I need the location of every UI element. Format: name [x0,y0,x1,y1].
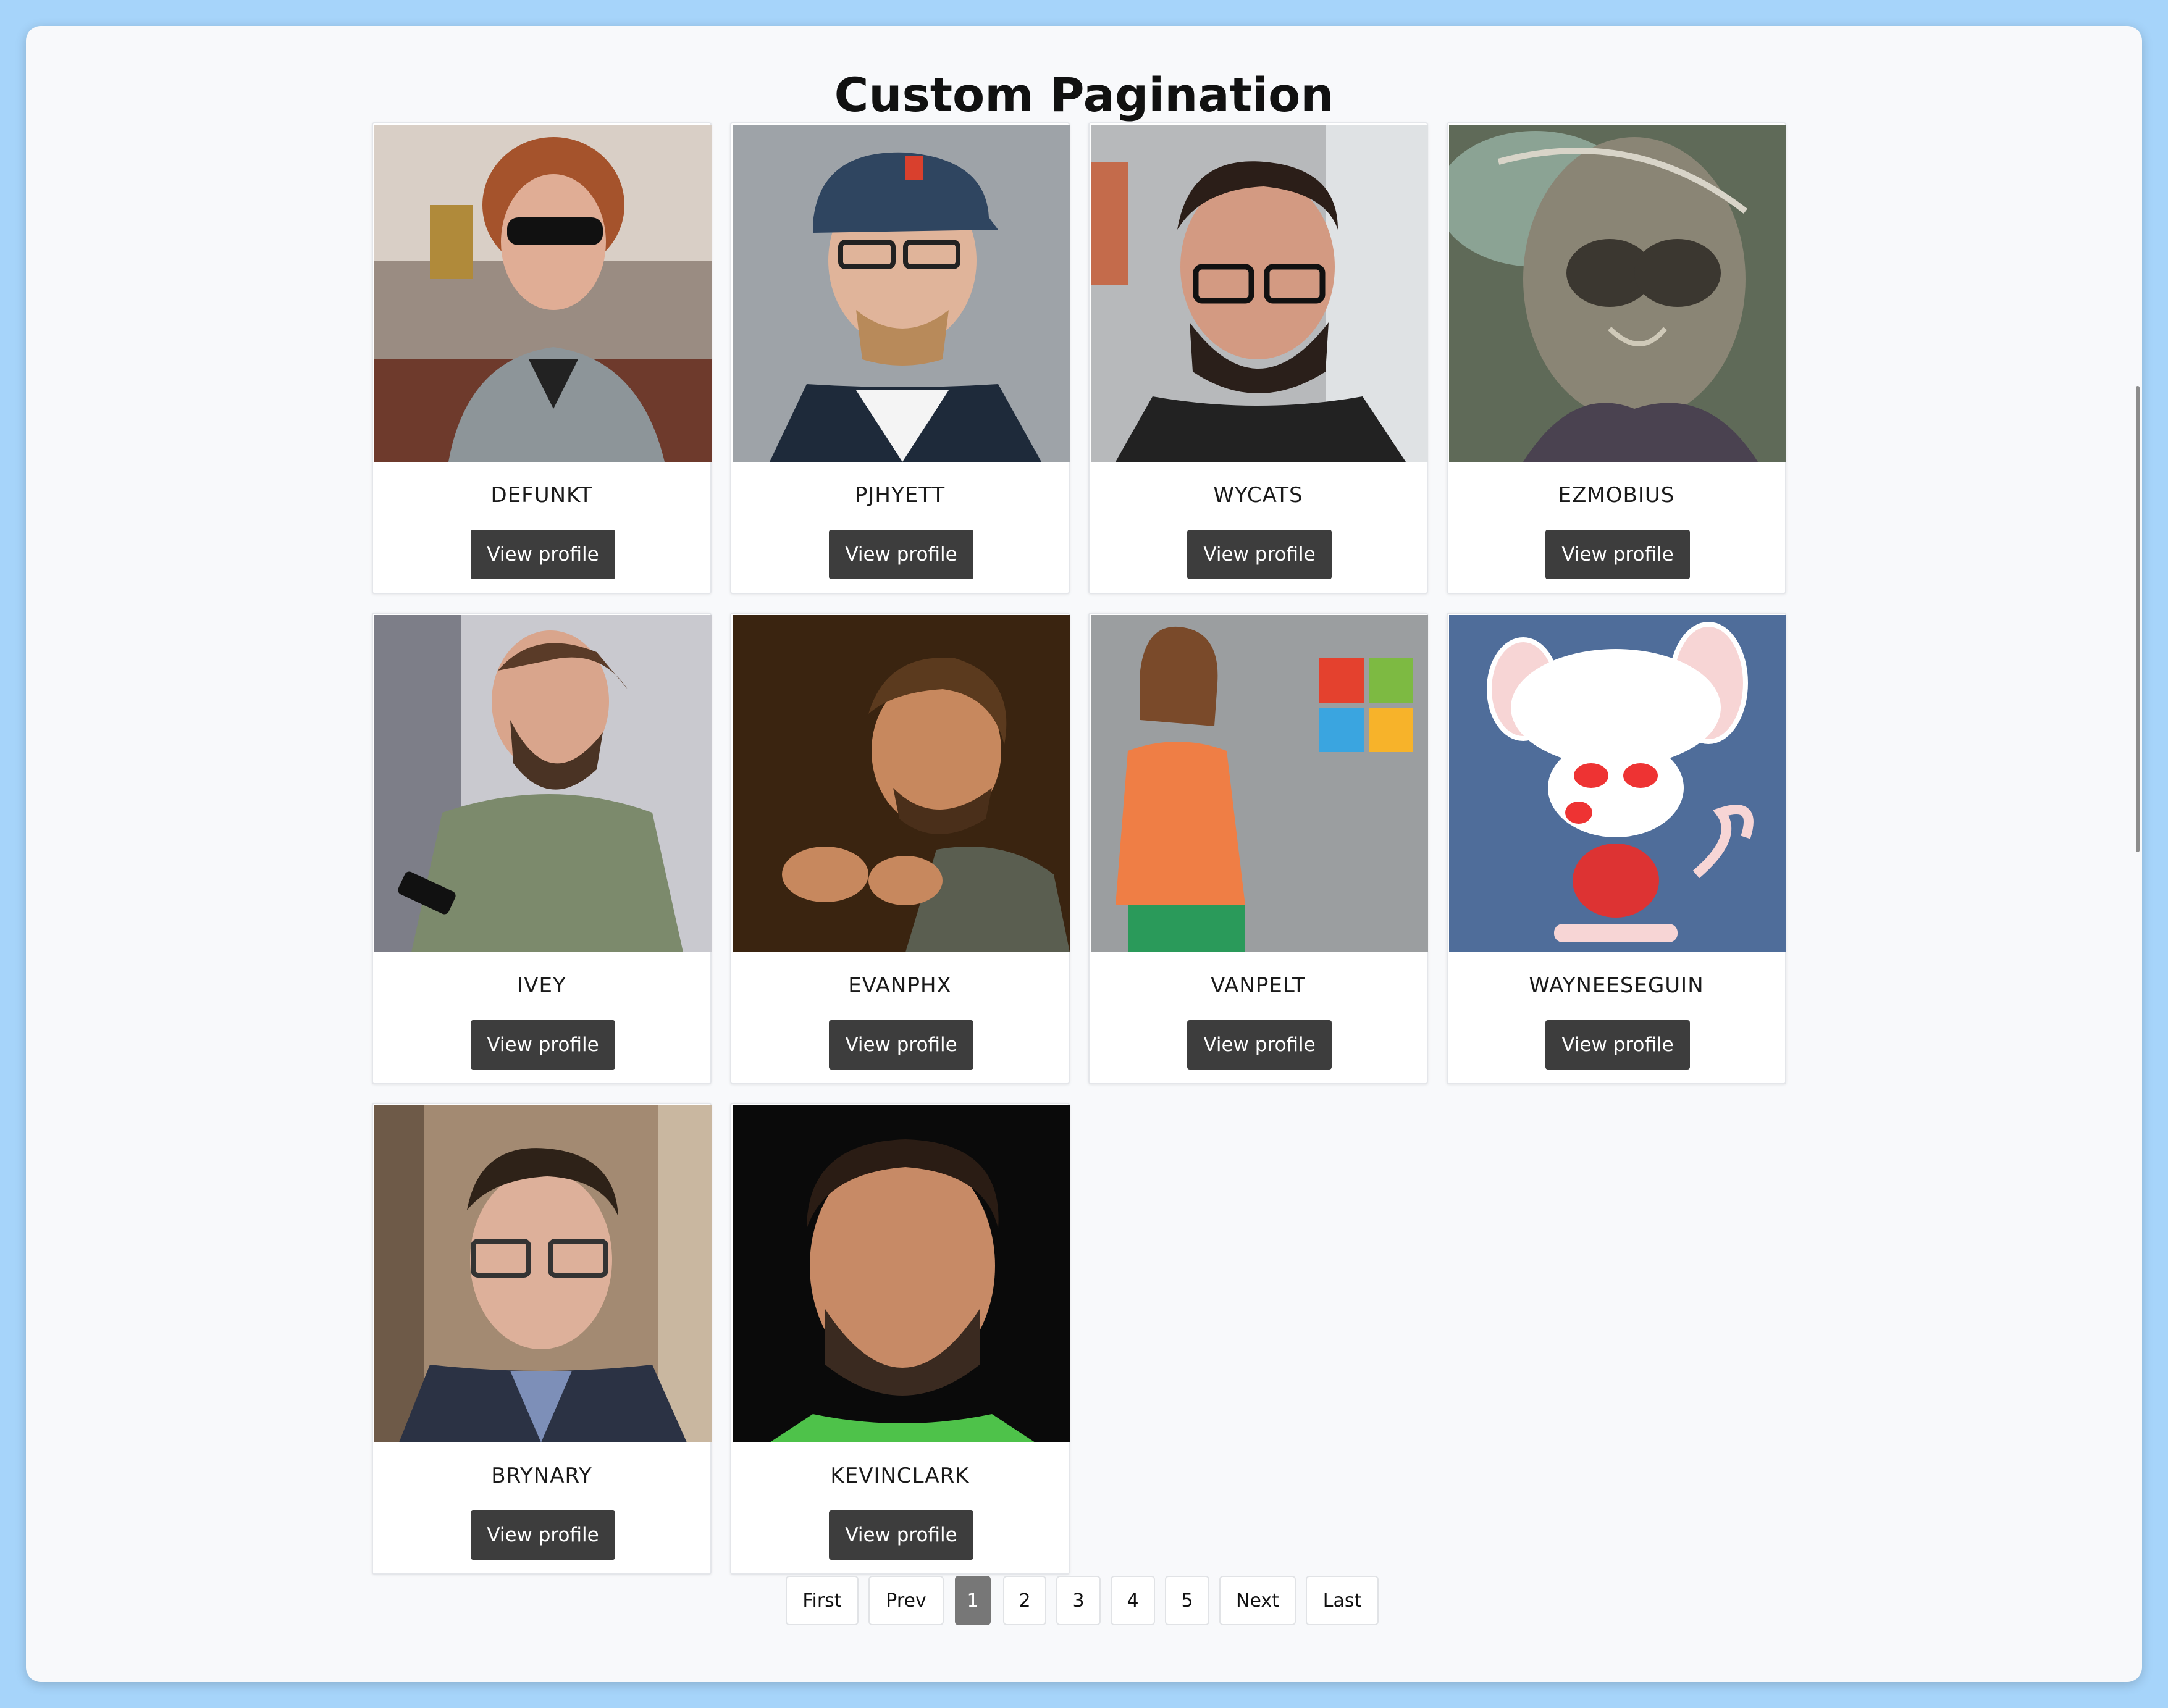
view-profile-button[interactable]: View profile [471,1020,615,1070]
username: EVANPHX [848,973,952,998]
user-card-defunkt: DEFUNKT View profile [372,122,712,594]
user-card-wycats: WYCATS View profile [1088,122,1428,594]
avatar [374,1105,712,1442]
app-window: Custom Pagination DEFUNKT View profile P… [26,26,2142,1682]
page-button-5[interactable]: 5 [1165,1576,1209,1625]
avatar [374,125,712,462]
page-button-2[interactable]: 2 [1003,1576,1046,1625]
avatar [1091,615,1428,952]
username: PJHYETT [854,483,946,508]
username: VANPELT [1211,973,1306,998]
page-button-3[interactable]: 3 [1056,1576,1101,1625]
username: IVEY [517,973,566,998]
username: DEFUNKT [490,483,593,508]
avatar [1449,615,1786,952]
avatar [1091,125,1428,462]
user-card-kevinclark: KEVINCLARK View profile [730,1103,1070,1575]
username: EZMOBIUS [1558,483,1675,508]
user-card-vanpelt: VANPELT View profile [1088,613,1428,1084]
user-card-ivey: IVEY View profile [372,613,712,1084]
first-page-button[interactable]: First [786,1576,859,1625]
view-profile-button[interactable]: View profile [471,530,615,579]
avatar [1449,125,1786,462]
user-card-brynary: BRYNARY View profile [372,1103,712,1575]
view-profile-button[interactable]: View profile [471,1510,615,1560]
avatar [733,615,1070,952]
page-button-1[interactable]: 1 [955,1576,991,1625]
view-profile-button[interactable]: View profile [829,1510,973,1560]
pagination: First Prev 1 2 3 4 5 Next Last [0,1576,2168,1628]
view-profile-button[interactable]: View profile [1545,1020,1690,1070]
prev-page-button[interactable]: Prev [868,1576,944,1625]
view-profile-button[interactable]: View profile [829,1020,973,1070]
scrollbar[interactable] [2136,386,2140,852]
avatar [374,615,712,952]
page-title: Custom Pagination [834,67,1334,122]
user-card-pjhyett: PJHYETT View profile [730,122,1070,594]
username: BRYNARY [491,1463,592,1488]
page-button-4[interactable]: 4 [1111,1576,1155,1625]
view-profile-button[interactable]: View profile [829,530,973,579]
user-card-wayneeseguin: WAYNEESEGUIN View profile [1447,613,1786,1084]
username: WYCATS [1213,483,1303,508]
username: KEVINCLARK [830,1463,970,1488]
avatar [733,1105,1070,1442]
view-profile-button[interactable]: View profile [1545,530,1690,579]
view-profile-button[interactable]: View profile [1187,1020,1332,1070]
username: WAYNEESEGUIN [1529,973,1704,998]
view-profile-button[interactable]: View profile [1187,530,1332,579]
user-card-evanphx: EVANPHX View profile [730,613,1070,1084]
last-page-button[interactable]: Last [1306,1576,1379,1625]
user-card-ezmobius: EZMOBIUS View profile [1447,122,1786,594]
next-page-button[interactable]: Next [1219,1576,1296,1625]
avatar [733,125,1070,462]
